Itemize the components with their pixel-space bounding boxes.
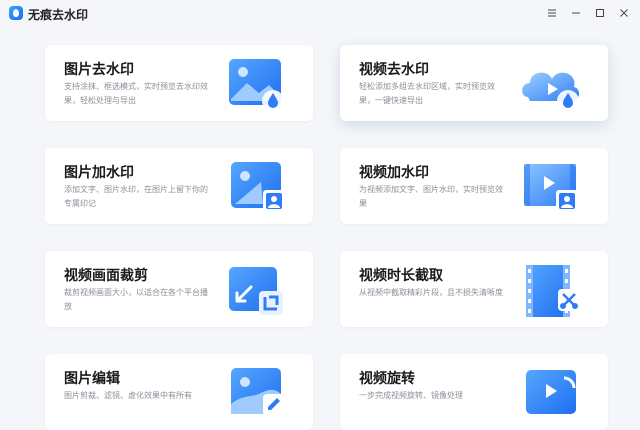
video-trim-icon [526, 265, 580, 317]
feature-grid: 图片去水印 支持涂抹、框选模式，实时预览去水印效果，轻松处理与导出 视频去水印 … [0, 0, 640, 430]
card-title: 视频去水印 [359, 61, 429, 77]
video-crop-icon [229, 267, 283, 315]
card-description: 图片剪裁、滤镜、虚化效果中有所有 [64, 391, 192, 400]
video-add-watermark-icon [524, 164, 578, 212]
card-description: 从视频中截取精彩片段，且不损失清晰度 [359, 288, 503, 297]
card-video-remove-watermark[interactable]: 视频去水印 轻松添加多组去水印区域，实时预览效果，一键快速导出 [340, 45, 608, 121]
card-video-rotate[interactable]: 视频旋转 一步完成视频旋转、镜像处理 [340, 354, 608, 430]
video-rotate-icon [526, 370, 576, 414]
card-title: 图片去水印 [64, 61, 134, 77]
card-image-edit[interactable]: 图片编辑 图片剪裁、滤镜、虚化效果中有所有 [45, 354, 313, 430]
image-edit-icon [231, 368, 285, 416]
card-description: 添加文字、图片水印，在图片上留下你的专属印记 [64, 185, 208, 208]
card-title: 视频画面裁剪 [64, 267, 148, 283]
card-title: 视频旋转 [359, 370, 415, 386]
card-video-add-watermark[interactable]: 视频加水印 为视频添加文字、图片水印，实时预览效果 [340, 148, 608, 224]
card-image-add-watermark[interactable]: 图片加水印 添加文字、图片水印，在图片上留下你的专属印记 [45, 148, 313, 224]
card-description: 为视频添加文字、图片水印，实时预览效果 [359, 185, 503, 208]
image-add-watermark-icon [231, 162, 285, 212]
card-description: 一步完成视频旋转、镜像处理 [359, 391, 463, 400]
card-description: 裁剪视频画面大小，以适合在各个平台播放 [64, 288, 208, 311]
card-video-crop[interactable]: 视频画面裁剪 裁剪视频画面大小，以适合在各个平台播放 [45, 251, 313, 327]
image-remove-watermark-icon [229, 59, 284, 112]
card-title: 图片加水印 [64, 164, 134, 180]
card-title: 视频时长截取 [359, 267, 443, 283]
video-remove-watermark-icon [522, 72, 580, 112]
card-description: 支持涂抹、框选模式，实时预览去水印效果，轻松处理与导出 [64, 82, 208, 105]
card-video-trim[interactable]: 视频时长截取 从视频中截取精彩片段，且不损失清晰度 [340, 251, 608, 327]
card-title: 图片编辑 [64, 370, 120, 386]
card-title: 视频加水印 [359, 164, 429, 180]
card-description: 轻松添加多组去水印区域，实时预览效果，一键快速导出 [359, 82, 495, 105]
card-image-remove-watermark[interactable]: 图片去水印 支持涂抹、框选模式，实时预览去水印效果，轻松处理与导出 [45, 45, 313, 121]
